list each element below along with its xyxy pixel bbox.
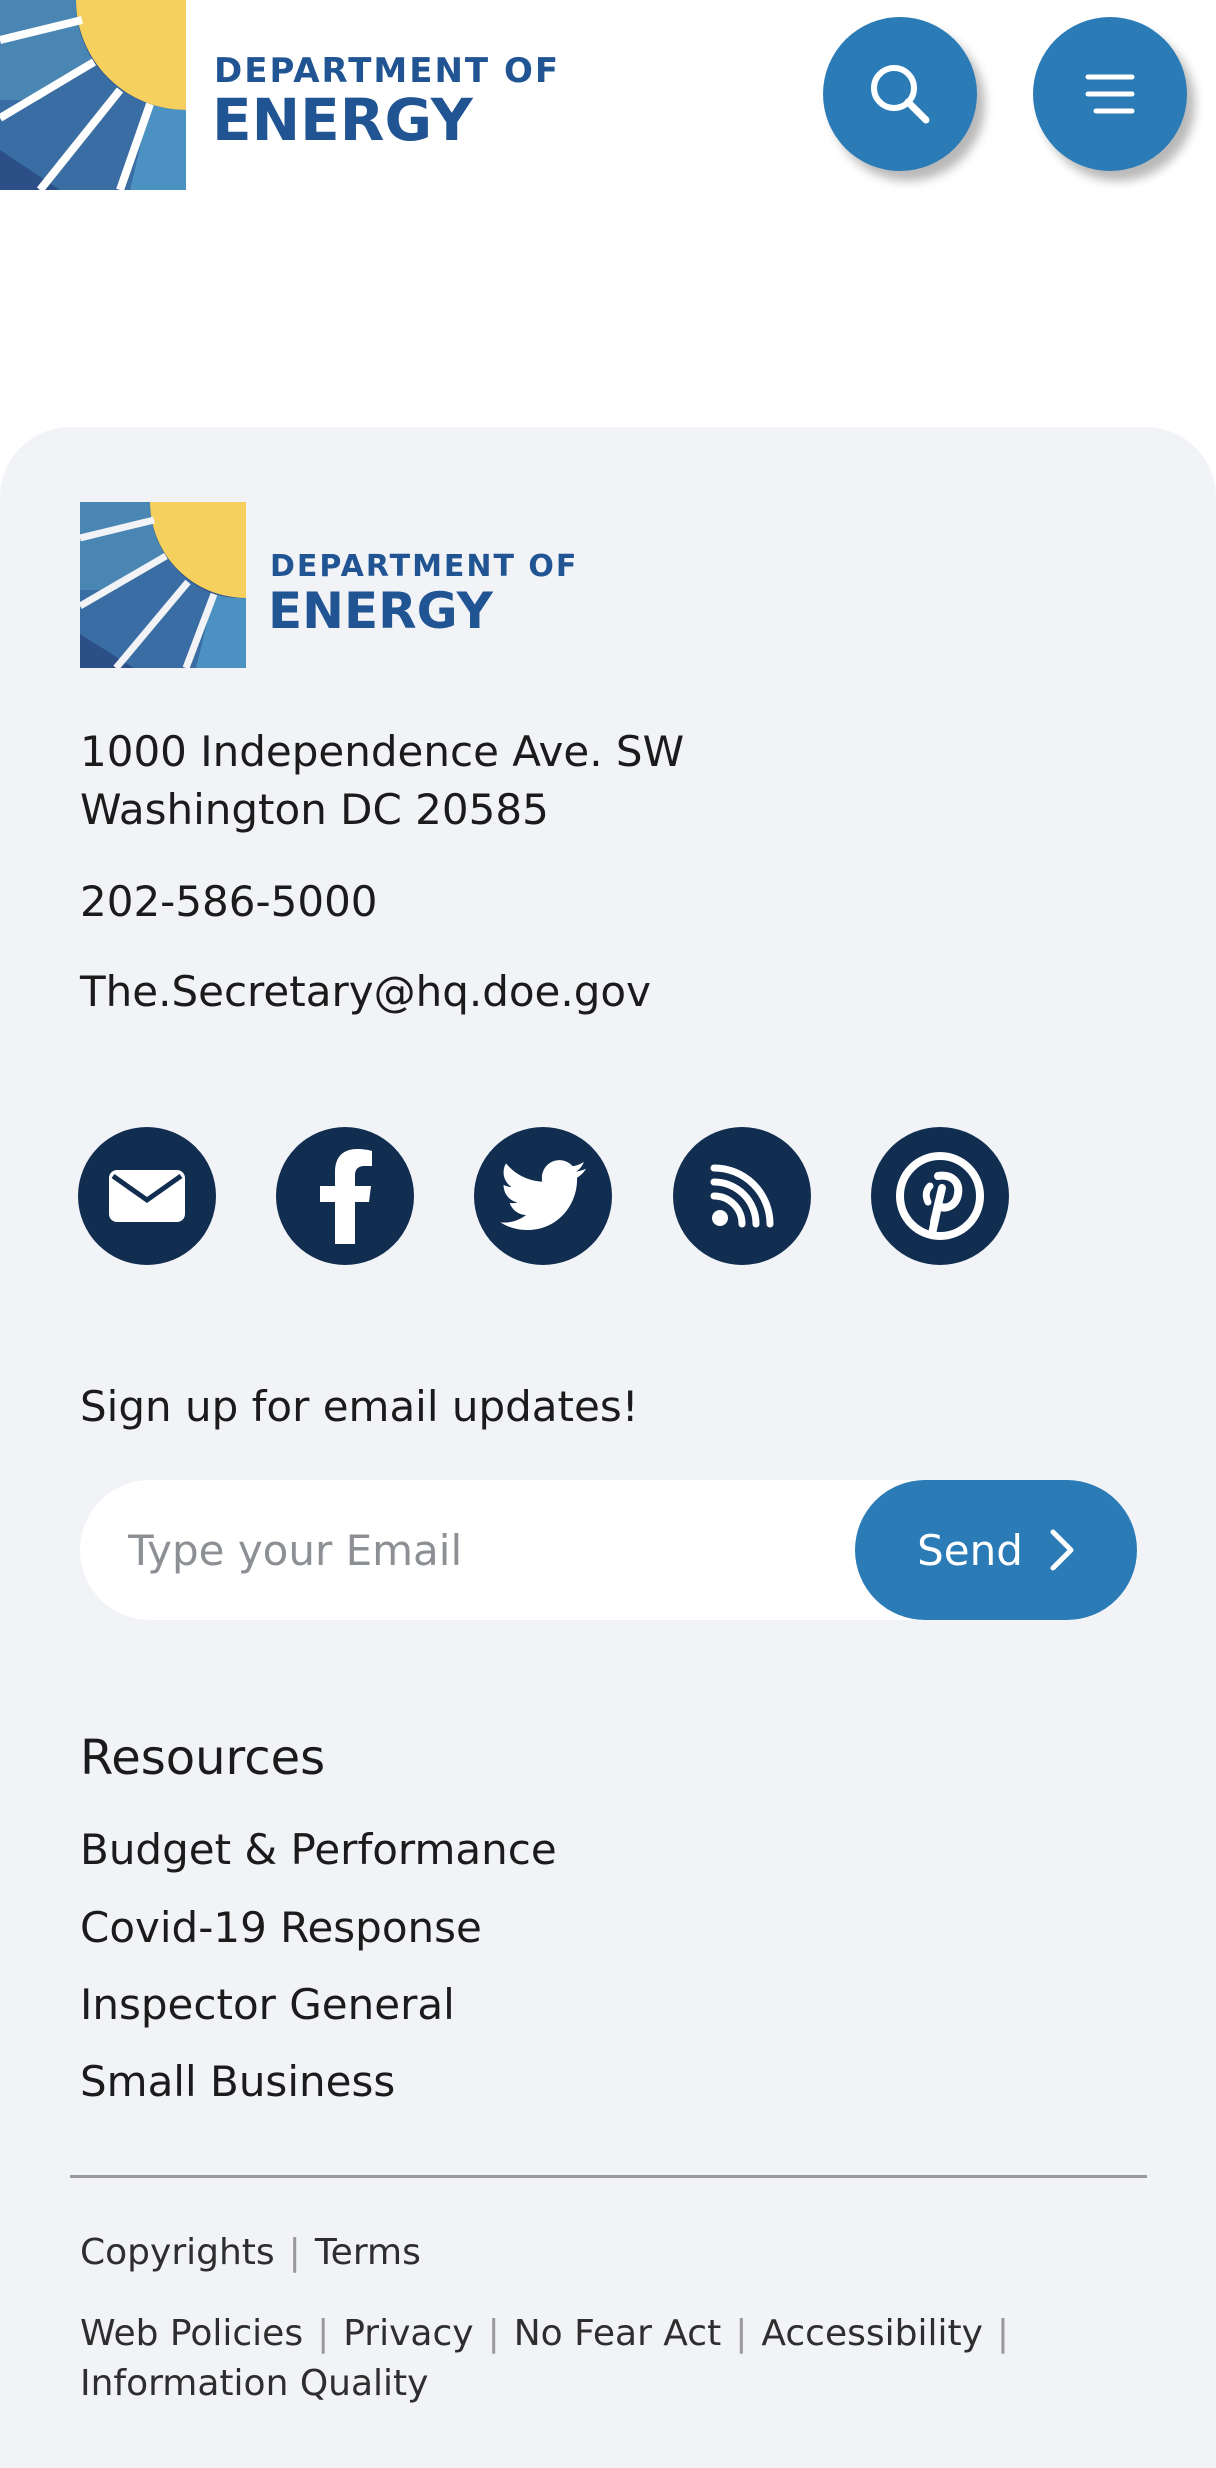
resources-heading: Resources [80, 1730, 326, 1786]
footer-divider [70, 2175, 1147, 2178]
legal-links-row1: Copyrights | Terms [80, 2232, 421, 2273]
legal-link-accessibility[interactable]: Accessibility [761, 2313, 983, 2354]
address: 1000 Independence Ave. SW Washington DC … [80, 723, 684, 839]
twitter-social-button[interactable] [474, 1127, 612, 1265]
doe-logo[interactable]: DEPARTMENT OF ENERGY [0, 0, 570, 190]
pinterest-icon [896, 1152, 984, 1240]
search-icon [871, 65, 930, 124]
legal-link-terms[interactable]: Terms [315, 2232, 421, 2273]
phone-number[interactable]: 202-586-5000 [80, 877, 378, 926]
facebook-social-button[interactable] [276, 1127, 414, 1265]
legal-links-row2: Web Policies | Privacy | No Fear Act | Accessi… [80, 2313, 1023, 2354]
contact-email[interactable]: The.Secretary@hq.doe.gov [80, 967, 651, 1016]
logo-line2: ENERGY [212, 86, 474, 154]
footer-doe-logo[interactable]: DEPARTMENT OF ENERGY [80, 502, 600, 672]
legal-link-no-fear-act[interactable]: No Fear Act [514, 2313, 722, 2354]
chevron-right-icon [1050, 1529, 1074, 1571]
separator: | [288, 2232, 301, 2273]
search-button[interactable] [823, 17, 977, 171]
separator: | [487, 2313, 500, 2354]
signup-label: Sign up for email updates! [80, 1382, 639, 1431]
email-signup-input[interactable] [80, 1480, 860, 1620]
facebook-icon [320, 1149, 372, 1244]
legal-links-row3: Information Quality [80, 2363, 428, 2404]
separator: | [735, 2313, 748, 2354]
rss-icon [710, 1164, 774, 1228]
logo-line1: DEPARTMENT OF [214, 51, 560, 91]
address-line1: 1000 Independence Ave. SW [80, 727, 685, 776]
resource-link-small-business[interactable]: Small Business [80, 2057, 395, 2106]
site-header: DEPARTMENT OF ENERGY [0, 0, 1216, 200]
separator: | [317, 2313, 330, 2354]
doe-logo-mark [0, 0, 186, 190]
resource-link-budget[interactable]: Budget & Performance [80, 1825, 557, 1874]
footer-logo-line2: ENERGY [268, 582, 494, 640]
address-line2: Washington DC 20585 [80, 785, 549, 834]
twitter-icon [500, 1160, 586, 1231]
menu-button[interactable] [1033, 17, 1187, 171]
hamburger-menu-icon [1085, 74, 1135, 114]
email-social-button[interactable] [78, 1127, 216, 1265]
separator: | [996, 2313, 1010, 2354]
send-button[interactable]: Send [855, 1480, 1137, 1620]
legal-link-privacy[interactable]: Privacy [343, 2313, 473, 2354]
resource-link-inspector-general[interactable]: Inspector General [80, 1980, 455, 2029]
rss-social-button[interactable] [673, 1127, 811, 1265]
footer-logo-line1: DEPARTMENT OF [270, 549, 578, 584]
site-footer: DEPARTMENT OF ENERGY 1000 Independence A… [0, 427, 1216, 2468]
legal-link-web-policies[interactable]: Web Policies [80, 2313, 303, 2354]
legal-link-information-quality[interactable]: Information Quality [80, 2363, 428, 2404]
email-icon [109, 1170, 185, 1222]
resource-link-covid[interactable]: Covid-19 Response [80, 1903, 482, 1952]
legal-link-copyrights[interactable]: Copyrights [80, 2232, 275, 2273]
email-signup-form: Send [80, 1480, 1137, 1620]
send-button-label: Send [917, 1525, 1023, 1575]
footer-doe-logo-mark [80, 502, 246, 671]
pinterest-social-button[interactable] [871, 1127, 1009, 1265]
